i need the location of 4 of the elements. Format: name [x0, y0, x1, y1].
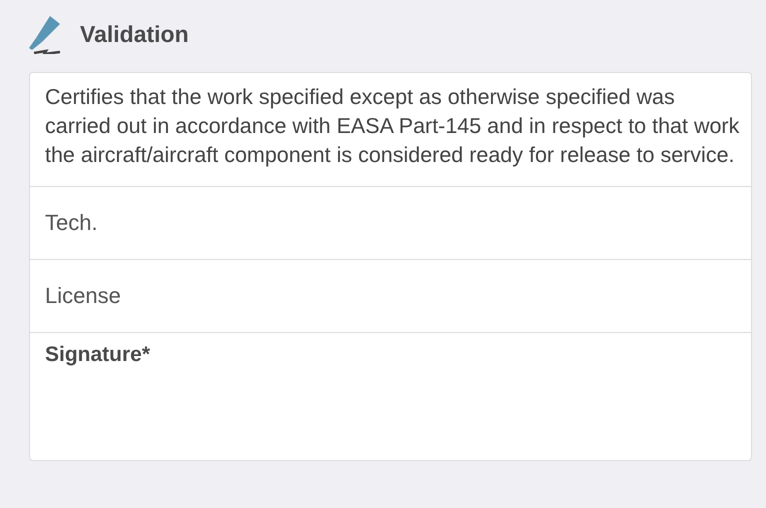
signature-label: Signature* [45, 343, 150, 366]
section-title: Validation [80, 20, 189, 48]
certification-statement: Certifies that the work specified except as otherwise specified was carried out in accordance with EASA Part-145 and in respect to that work the aircraft/aircraft component is considered ready for release to service. [44, 84, 740, 169]
signature-pad[interactable]: Signature* [30, 332, 751, 460]
